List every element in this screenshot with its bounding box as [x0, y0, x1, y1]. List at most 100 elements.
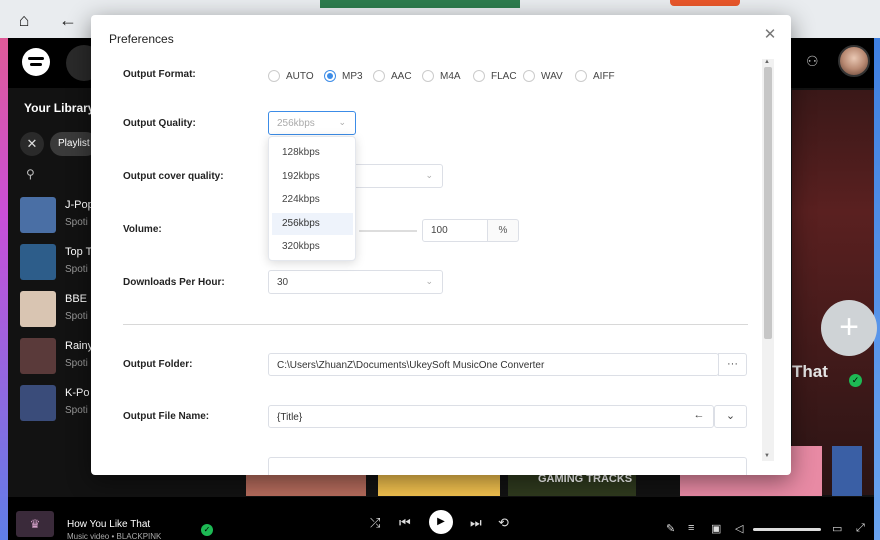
output-format-label: Output Format: [123, 69, 196, 80]
format-radio-label: AIFF [593, 70, 615, 82]
radio-dot[interactable] [575, 70, 587, 82]
clear-filter-icon[interactable]: ✕ [20, 132, 44, 156]
scrollbar-thumb[interactable] [764, 67, 772, 339]
format-radio-aiff[interactable]: AIFF [575, 69, 615, 83]
previous-icon[interactable]: ⏮ [399, 515, 411, 531]
spotify-logo-icon[interactable] [22, 48, 50, 76]
output-folder-value: C:\Users\ZhuanZ\Documents\UkeySoft Music… [277, 360, 545, 371]
format-radio-m4a[interactable]: M4A [422, 69, 461, 83]
library-item[interactable]: K-Po Spoti [20, 385, 100, 421]
next-field-partial[interactable] [268, 457, 747, 475]
format-radio-wav[interactable]: WAV [523, 69, 563, 83]
user-avatar[interactable] [838, 45, 870, 77]
quality-option[interactable]: 224kbps [272, 189, 353, 211]
chevron-down-icon: ⌄ [338, 117, 346, 127]
volume-label: Volume: [123, 224, 162, 235]
friends-icon[interactable]: ⚇ [806, 53, 819, 70]
library-item-subtitle: Spoti [65, 217, 88, 228]
library-item-name: Rainy [65, 340, 94, 352]
output-quality-value: 256kbps [277, 118, 315, 129]
radio-dot[interactable] [523, 70, 535, 82]
library-item-cover [20, 385, 56, 421]
downloads-per-hour-label: Downloads Per Hour: [123, 277, 225, 288]
scroll-up-icon[interactable]: ▲ [764, 59, 770, 65]
output-quality-label: Output Quality: [123, 118, 196, 129]
output-file-name-value: {Title} [277, 412, 303, 423]
library-item-subtitle: Spoti [65, 264, 88, 275]
miniplayer-icon[interactable]: ▭ [832, 522, 842, 535]
repeat-icon[interactable]: ⟲ [498, 515, 509, 531]
format-radio-mp3[interactable]: MP3 [324, 69, 363, 83]
library-item-name: BBE [65, 293, 88, 305]
back-arrow-icon[interactable]: ← [685, 405, 713, 428]
volume-slider[interactable] [753, 528, 821, 531]
library-item-cover [20, 338, 56, 374]
output-folder-field[interactable]: C:\Users\ZhuanZ\Documents\UkeySoft Music… [268, 353, 719, 376]
volume-icon[interactable]: ◁ [735, 522, 743, 535]
volume-unit: % [487, 219, 519, 242]
library-item[interactable]: Top T Spoti [20, 244, 100, 280]
saved-check-icon[interactable]: ✓ [201, 524, 213, 536]
format-radio-flac[interactable]: FLAC [473, 69, 517, 83]
fullscreen-icon[interactable]: ⤢ [856, 522, 865, 535]
format-radio-label: WAV [541, 70, 563, 82]
file-name-options-button[interactable]: ⌄ [714, 405, 747, 428]
queue-icon[interactable]: ≡ [688, 522, 694, 534]
library-item[interactable]: BBE Spoti [20, 291, 100, 327]
volume-slider-track[interactable] [359, 230, 417, 232]
play-button[interactable]: ▶ [429, 510, 453, 534]
dialog-title: Preferences [109, 32, 174, 46]
shuffle-icon[interactable]: ⤮ [370, 515, 380, 531]
add-icon[interactable]: + [821, 300, 877, 356]
radio-dot[interactable] [268, 70, 280, 82]
format-radio-auto[interactable]: AUTO [268, 69, 314, 83]
back-arrow-icon[interactable]: ← [56, 8, 80, 32]
right-panel-art [792, 90, 874, 495]
radio-dot[interactable] [373, 70, 385, 82]
quality-option[interactable]: 192kbps [272, 166, 353, 188]
next-icon[interactable]: ⏭ [470, 515, 482, 531]
search-icon[interactable]: ⚲ [26, 167, 35, 181]
tab-strip-green [320, 0, 520, 8]
right-panel-title: That [792, 362, 828, 381]
tab-strip-orange [670, 0, 740, 6]
library-item-name: K-Po [65, 387, 90, 399]
format-radio-aac[interactable]: AAC [373, 69, 412, 83]
output-file-name-label: Output File Name: [123, 411, 210, 422]
library-item-name: J-Pop [65, 199, 94, 211]
library-item[interactable]: J-Pop Spoti [20, 197, 100, 233]
radio-dot[interactable] [324, 70, 336, 82]
downloads-per-hour-select[interactable]: 30 ⌄ [268, 270, 443, 294]
dialog-scrollbar[interactable]: ▲ ▼ [762, 59, 774, 461]
desktop-wallpaper-right [874, 0, 880, 540]
downloads-per-hour-value: 30 [277, 277, 289, 288]
close-icon[interactable]: ✕ [761, 26, 779, 44]
now-playing-title[interactable]: How You Like That [67, 519, 150, 530]
now-playing-subtitle[interactable]: Music video • BLACKPINK [67, 532, 161, 540]
now-playing-cover[interactable]: ♛ [16, 511, 54, 537]
scroll-down-icon[interactable]: ▼ [764, 453, 770, 459]
format-radio-label: AUTO [286, 70, 314, 82]
album-tile[interactable] [832, 446, 862, 496]
output-quality-select[interactable]: 256kbps ⌄ [268, 111, 356, 135]
volume-input[interactable]: 100 [422, 219, 488, 242]
quality-option[interactable]: 128kbps [272, 142, 353, 164]
cover-quality-label: Output cover quality: [123, 171, 224, 182]
chevron-down-icon: ⌄ [425, 276, 433, 286]
quality-option[interactable]: 256kbps [272, 212, 353, 235]
quality-option[interactable]: 320kbps [272, 236, 353, 258]
preferences-dialog: Preferences ✕ Output Format: AUTO MP3 AAC M… [91, 15, 791, 475]
section-divider [123, 324, 748, 325]
output-file-name-field[interactable]: {Title} [268, 405, 714, 428]
library-item-subtitle: Spoti [65, 311, 88, 322]
connect-device-icon[interactable]: ▣ [711, 522, 721, 535]
browse-folder-button[interactable]: ··· [718, 353, 747, 376]
library-item-cover [20, 244, 56, 280]
library-title[interactable]: Your Library [24, 101, 94, 115]
chevron-down-icon: ⌄ [425, 170, 433, 180]
home-icon[interactable]: ⌂ [12, 8, 36, 32]
radio-dot[interactable] [422, 70, 434, 82]
microphone-icon[interactable]: ✎ [666, 522, 675, 535]
library-item[interactable]: Rainy Spoti [20, 338, 100, 374]
radio-dot[interactable] [473, 70, 485, 82]
